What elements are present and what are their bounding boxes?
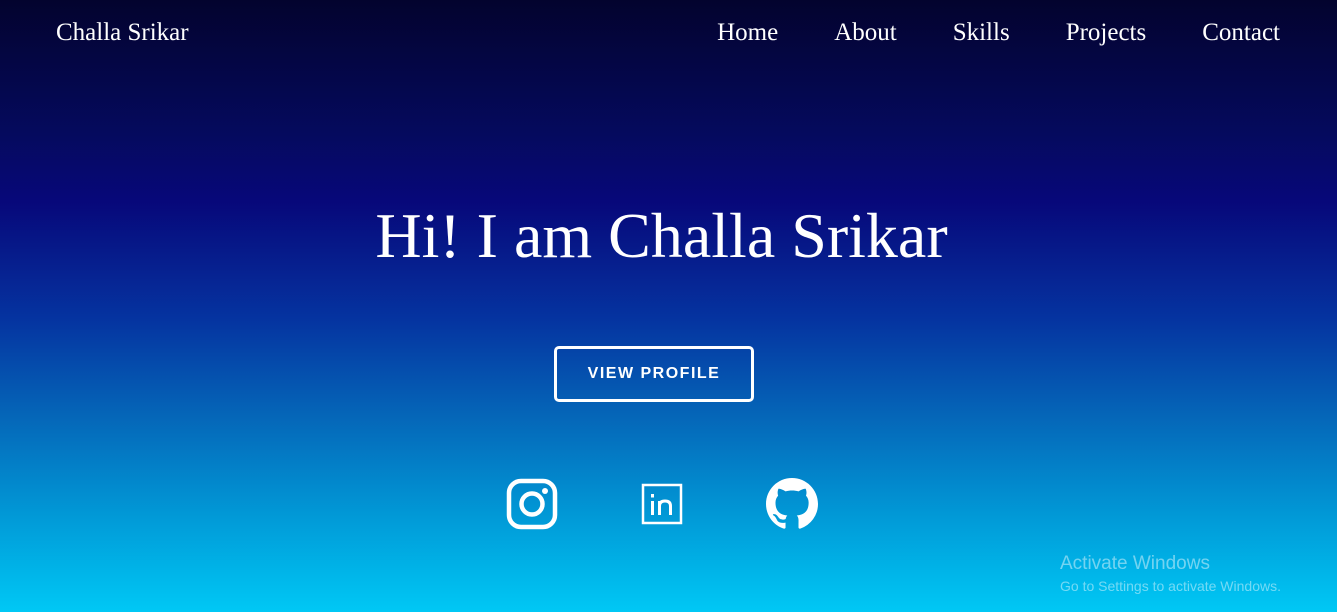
instagram-link[interactable]: [506, 478, 558, 530]
github-icon: [766, 478, 818, 529]
main-nav: Home About Skills Projects Contact: [717, 17, 1280, 49]
watermark-subtitle: Go to Settings to activate Windows.: [1060, 578, 1281, 594]
nav-item-skills[interactable]: Skills: [953, 17, 1010, 49]
nav-item-home[interactable]: Home: [717, 17, 778, 49]
github-link[interactable]: [766, 478, 818, 530]
instagram-icon: [506, 478, 558, 530]
nav-item-projects[interactable]: Projects: [1066, 17, 1147, 49]
hero-title: Hi! I am Challa Srikar: [375, 200, 948, 271]
linkedin-icon: [641, 483, 683, 525]
windows-activation-watermark: Activate Windows Go to Settings to activ…: [1060, 552, 1281, 596]
site-brand[interactable]: Challa Srikar: [56, 17, 189, 49]
nav-item-contact[interactable]: Contact: [1202, 17, 1280, 49]
nav-item-about[interactable]: About: [834, 17, 897, 49]
watermark-title: Activate Windows: [1060, 553, 1210, 574]
linkedin-link[interactable]: [636, 478, 688, 530]
view-profile-button[interactable]: VIEW PROFILE: [554, 346, 754, 402]
